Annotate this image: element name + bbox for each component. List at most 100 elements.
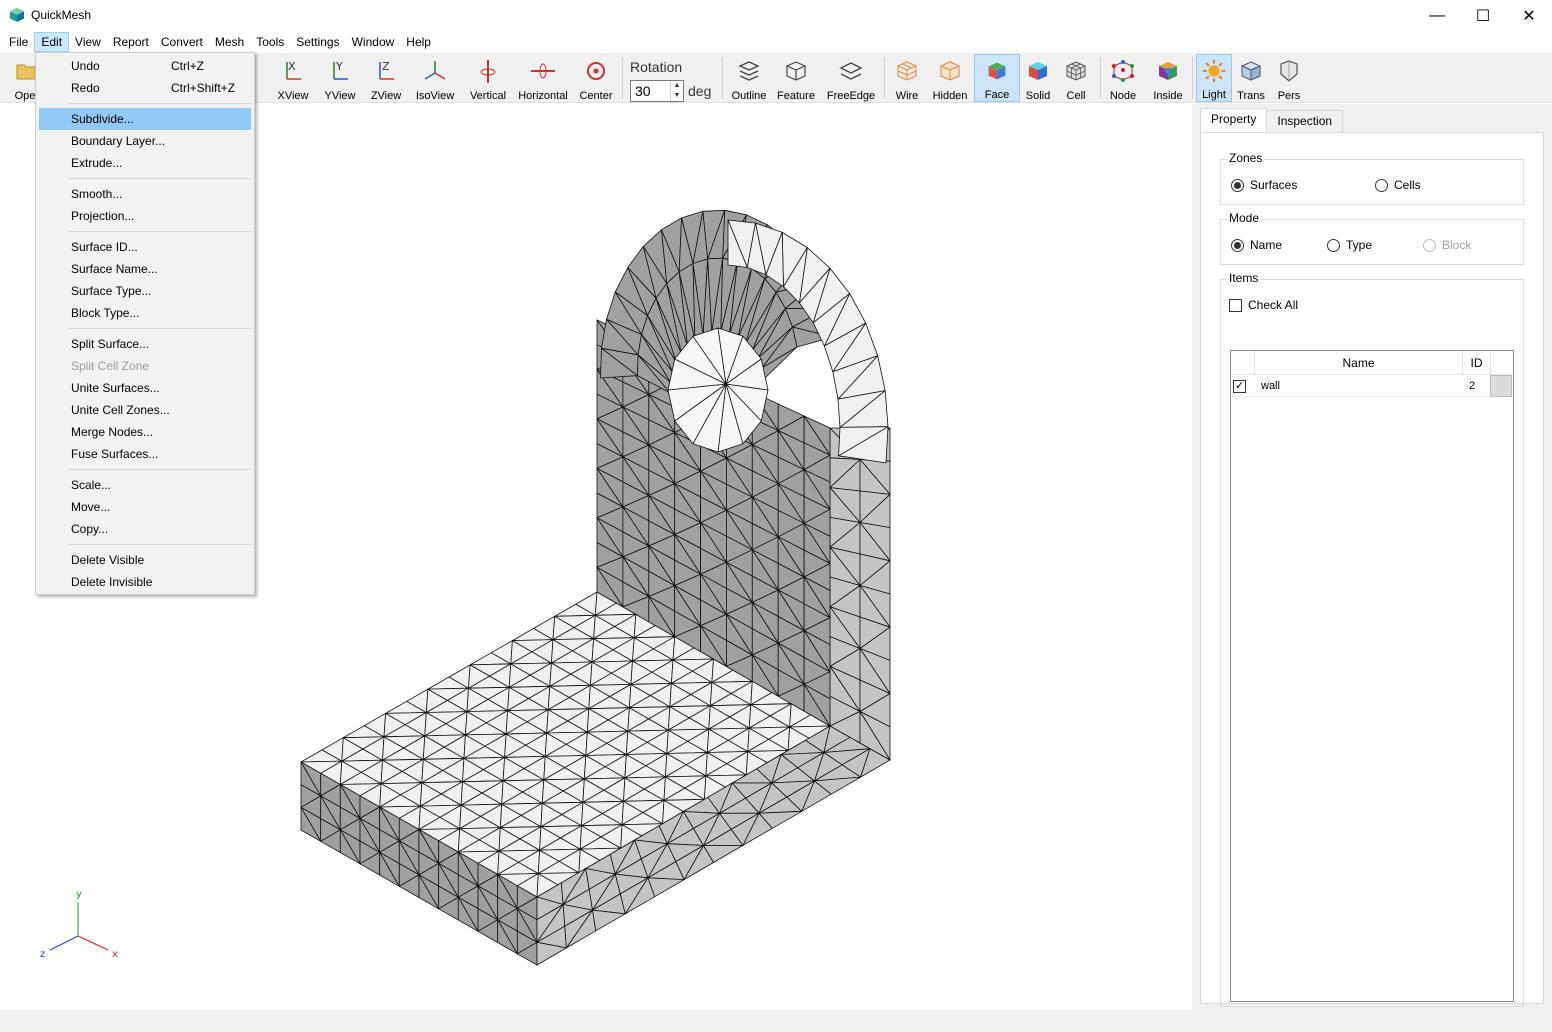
menu-separator bbox=[68, 544, 251, 545]
menu-subdivide[interactable]: Subdivide... bbox=[39, 108, 251, 130]
inside-cube-icon bbox=[1159, 62, 1177, 80]
tab-inspection[interactable]: Inspection bbox=[1266, 110, 1344, 132]
axis-z-label: z bbox=[40, 949, 45, 960]
table-row[interactable]: ✓ wall 2 bbox=[1231, 375, 1513, 397]
radio-indicator bbox=[1423, 238, 1436, 252]
cell-button[interactable]: Cell bbox=[1060, 54, 1092, 102]
menu-split-cell-zone: Split Cell Zone bbox=[71, 359, 150, 373]
horizontal-button[interactable]: Horizontal bbox=[516, 54, 570, 102]
radio-name[interactable]: Name bbox=[1231, 238, 1282, 252]
menu-undo[interactable]: Undo Ctrl+Z bbox=[39, 55, 251, 77]
rotation-spinner[interactable]: ▲ ▼ bbox=[670, 81, 683, 101]
freeedge-button[interactable]: FreeEdge bbox=[824, 54, 878, 102]
radio-type[interactable]: Type bbox=[1327, 238, 1372, 252]
xview-button[interactable]: X XView bbox=[274, 54, 312, 102]
solid-button[interactable]: Solid bbox=[1022, 54, 1054, 102]
pers-button[interactable]: Pers bbox=[1272, 54, 1306, 102]
menu-merge-nodes[interactable]: Merge Nodes... bbox=[39, 421, 251, 443]
menu-convert[interactable]: Convert bbox=[155, 32, 209, 52]
axis-y-label: y bbox=[76, 889, 82, 900]
center-button[interactable]: Center bbox=[576, 54, 616, 102]
menu-view[interactable]: View bbox=[69, 32, 107, 52]
axis-y-view-icon: Y bbox=[333, 60, 348, 80]
free-edge-icon bbox=[839, 62, 863, 80]
svg-text:X: X bbox=[288, 60, 296, 73]
vertical-rotate-icon bbox=[480, 60, 496, 83]
trans-button[interactable]: Trans bbox=[1234, 54, 1268, 102]
toolbar-separator bbox=[722, 57, 723, 99]
radio-surfaces[interactable]: Surfaces bbox=[1231, 178, 1297, 192]
hidden-cube-icon bbox=[940, 61, 960, 81]
yview-button[interactable]: Y YView bbox=[320, 54, 360, 102]
menu-extrude[interactable]: Extrude... bbox=[39, 152, 251, 174]
menu-copy[interactable]: Copy... bbox=[39, 518, 251, 540]
menu-split-surface[interactable]: Split Surface... bbox=[39, 333, 251, 355]
edit-menu-dropdown: Undo Ctrl+Z Redo Ctrl+Shift+Z Subdivide...… bbox=[35, 52, 255, 595]
menu-surface-name[interactable]: Surface Name... bbox=[39, 258, 251, 280]
menu-surface-type[interactable]: Surface Type... bbox=[39, 280, 251, 302]
radio-indicator bbox=[1375, 178, 1388, 192]
close-button[interactable]: ✕ bbox=[1506, 0, 1552, 31]
maximize-button[interactable]: ☐ bbox=[1460, 0, 1506, 31]
menu-move[interactable]: Move... bbox=[39, 496, 251, 518]
menu-edit[interactable]: Edit bbox=[34, 32, 70, 52]
items-title: Items bbox=[1227, 271, 1261, 285]
toolbar-separator bbox=[1192, 57, 1193, 99]
outline-icon bbox=[738, 61, 760, 81]
row-checkbox[interactable]: ✓ bbox=[1233, 375, 1253, 397]
base-right-face bbox=[592, 909, 626, 932]
table-scrollbar[interactable] bbox=[1490, 375, 1512, 397]
status-bar bbox=[0, 1010, 1552, 1032]
menu-boundary-layer[interactable]: Boundary Layer... bbox=[39, 130, 251, 152]
rotation-input[interactable]: 30 ▲ ▼ bbox=[630, 80, 684, 102]
menu-report[interactable]: Report bbox=[107, 32, 155, 52]
mesh-model bbox=[300, 209, 891, 966]
rotation-unit: deg bbox=[688, 83, 712, 99]
app-logo-icon bbox=[10, 8, 24, 22]
inside-button[interactable]: Inside bbox=[1148, 54, 1188, 102]
menu-scale[interactable]: Scale... bbox=[39, 474, 251, 496]
face-button[interactable]: Face bbox=[974, 54, 1020, 102]
menu-help[interactable]: Help bbox=[400, 32, 437, 52]
window-title: QuickMesh bbox=[31, 8, 92, 22]
rotation-label: Rotation bbox=[630, 59, 683, 75]
row-id: 2 bbox=[1469, 380, 1476, 392]
title-bar: QuickMesh — ☐ ✕ bbox=[0, 0, 1552, 31]
menu-projection[interactable]: Projection... bbox=[39, 205, 251, 227]
menu-delete-invisible[interactable]: Delete Invisible bbox=[39, 571, 251, 593]
outline-button[interactable]: Outline bbox=[728, 54, 770, 102]
hidden-button[interactable]: Hidden bbox=[930, 54, 970, 102]
shortcut-undo: Ctrl+Z bbox=[171, 59, 204, 73]
menu-settings[interactable]: Settings bbox=[290, 32, 345, 52]
isoview-button[interactable]: IsoView bbox=[412, 54, 458, 102]
light-button[interactable]: Light bbox=[1196, 54, 1232, 102]
mode-group: Mode Name Type Block bbox=[1220, 211, 1524, 265]
perspective-shield-icon bbox=[1280, 60, 1298, 82]
node-button[interactable]: Node bbox=[1106, 54, 1140, 102]
horizontal-rotate-icon bbox=[531, 63, 555, 79]
menu-mesh[interactable]: Mesh bbox=[209, 32, 250, 52]
feature-button[interactable]: Feature bbox=[774, 54, 818, 102]
feature-cube-icon bbox=[786, 61, 806, 81]
menu-window[interactable]: Window bbox=[346, 32, 401, 52]
menu-block-type[interactable]: Block Type... bbox=[39, 302, 251, 324]
base-right-face bbox=[647, 877, 685, 898]
menu-smooth[interactable]: Smooth... bbox=[39, 183, 251, 205]
header-id[interactable]: ID bbox=[1463, 351, 1491, 375]
menu-unite-surfaces[interactable]: Unite Surfaces... bbox=[39, 377, 251, 399]
menu-fuse-surfaces[interactable]: Fuse Surfaces... bbox=[39, 443, 251, 465]
wire-button[interactable]: Wire bbox=[890, 54, 924, 102]
menu-file[interactable]: File bbox=[3, 32, 34, 52]
tab-property[interactable]: Property bbox=[1200, 108, 1268, 132]
vertical-button[interactable]: Vertical bbox=[466, 54, 510, 102]
radio-cells[interactable]: Cells bbox=[1375, 178, 1421, 192]
menu-tools[interactable]: Tools bbox=[250, 32, 290, 52]
menu-delete-visible[interactable]: Delete Visible bbox=[39, 549, 251, 571]
minimize-button[interactable]: — bbox=[1414, 0, 1460, 31]
menu-surface-id[interactable]: Surface ID... bbox=[39, 236, 251, 258]
menu-redo[interactable]: Redo Ctrl+Shift+Z bbox=[39, 77, 251, 99]
zview-button[interactable]: Z ZView bbox=[366, 54, 406, 102]
menu-unite-cell-zones[interactable]: Unite Cell Zones... bbox=[39, 399, 251, 421]
header-name[interactable]: Name bbox=[1255, 351, 1463, 375]
check-all-checkbox[interactable]: Check All bbox=[1229, 298, 1298, 312]
